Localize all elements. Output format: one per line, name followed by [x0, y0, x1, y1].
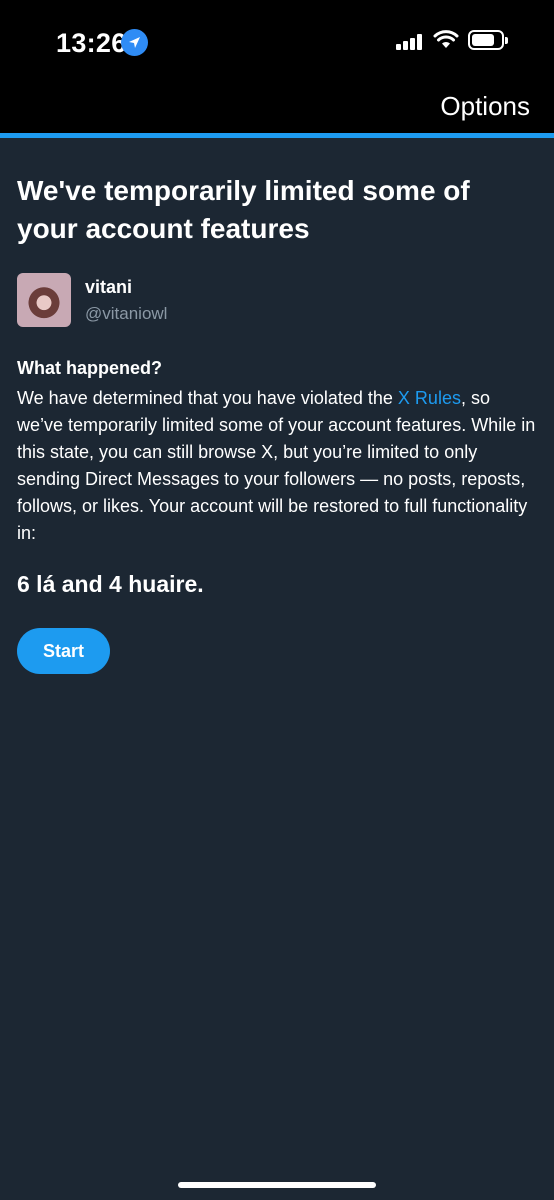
- restriction-timer: 6 lá and 4 huaire.: [17, 571, 204, 597]
- body-text-start: We have determined that you have violate…: [17, 388, 398, 408]
- location-icon: [121, 29, 148, 56]
- explanation-text: We have determined that you have violate…: [17, 385, 537, 547]
- user-row: vitani @vitaniowl: [17, 273, 537, 329]
- start-button[interactable]: Start: [17, 628, 110, 674]
- user-handle: @vitaniowl: [85, 304, 168, 323]
- home-indicator: [178, 1182, 376, 1188]
- status-time: 13:26: [56, 28, 127, 58]
- page-title: We've temporarily limited some of your a…: [17, 175, 470, 244]
- display-name: vitani: [85, 277, 133, 297]
- battery-icon: [468, 30, 508, 50]
- wifi-icon: [433, 30, 459, 48]
- signal-icon: [396, 34, 424, 50]
- options-button[interactable]: Options: [440, 91, 530, 122]
- section-heading: What happened?: [17, 358, 162, 378]
- main-content: We've temporarily limited some of your a…: [17, 172, 537, 674]
- body-text-end: , so we’ve temporarily limited some of y…: [17, 388, 536, 543]
- top-bar: 13:26 Options: [0, 0, 554, 134]
- avatar: [17, 273, 71, 327]
- header-accent-line: [0, 133, 554, 138]
- x-rules-link[interactable]: X Rules: [398, 388, 461, 408]
